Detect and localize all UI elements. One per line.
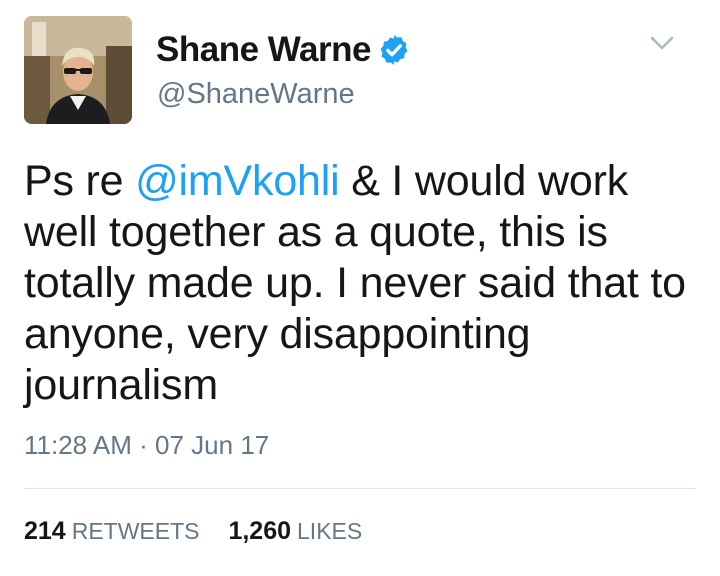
retweets-count: 214 <box>24 517 66 545</box>
author-display-name[interactable]: Shane Warne <box>156 30 371 70</box>
tweet-timestamp[interactable]: 11:28 AM · 07 Jun 17 <box>24 430 269 461</box>
author-handle[interactable]: @ShaneWarne <box>157 78 355 111</box>
chevron-down-icon[interactable] <box>648 33 676 53</box>
tweet-text: Ps re @imVkohli & I would work well toge… <box>24 156 704 411</box>
likes-count: 1,260 <box>228 517 292 545</box>
mention-link[interactable]: @imVkohli <box>135 157 340 205</box>
tweet-stats: 214 RETWEETS 1,260 LIKES <box>24 517 384 546</box>
avatar[interactable] <box>24 16 132 124</box>
likes-stat[interactable]: 1,260 LIKES <box>228 517 362 546</box>
likes-label: LIKES <box>297 518 363 544</box>
tweet-card: Shane Warne @ShaneWarne Ps re @imVkohli … <box>0 0 720 576</box>
retweets-label: RETWEETS <box>71 518 200 544</box>
retweets-stat[interactable]: 214 RETWEETS <box>24 517 200 546</box>
divider <box>24 488 696 489</box>
avatar-image <box>24 16 132 124</box>
tweet-text-prefix: Ps re <box>24 157 136 205</box>
verified-badge-icon <box>380 35 408 65</box>
